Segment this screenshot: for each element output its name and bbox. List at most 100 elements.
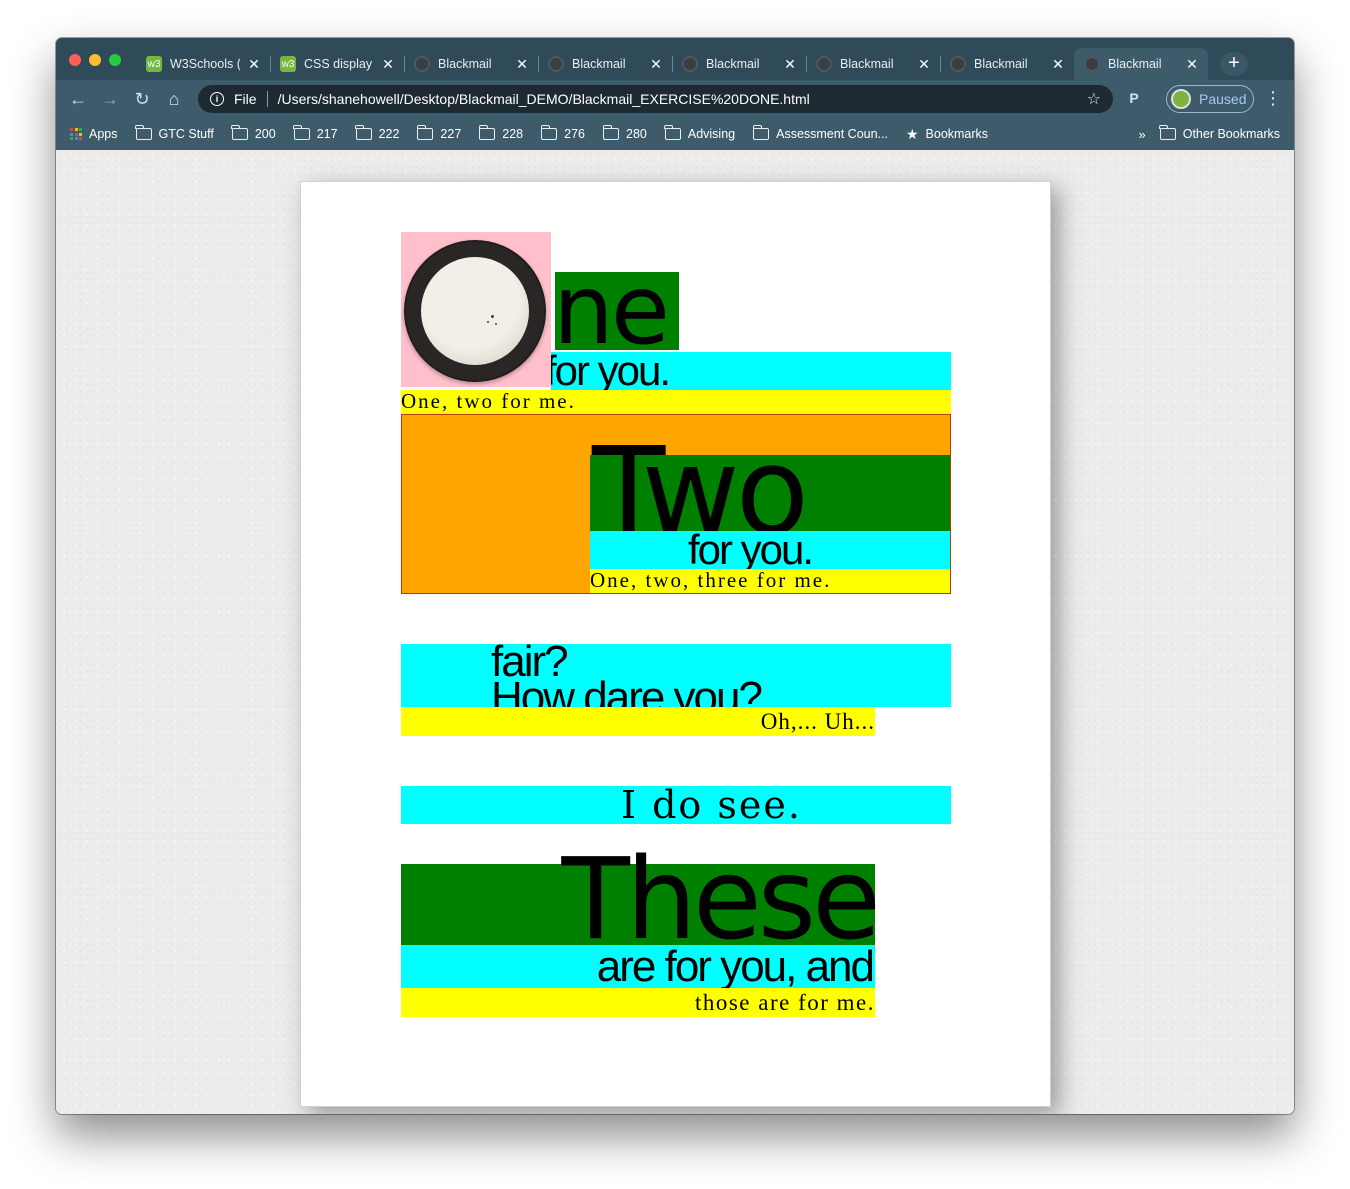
avatar	[1171, 89, 1191, 109]
tab-css-display[interactable]: w3 CSS display ✕	[270, 48, 404, 80]
bookmark-label: Bookmarks	[925, 127, 989, 141]
bookmark-folder[interactable]: GTC Stuff	[135, 125, 214, 141]
folder-icon	[293, 125, 310, 140]
one-count-bar: One, two for me.	[401, 390, 951, 414]
close-icon[interactable]: ✕	[918, 56, 930, 73]
address-bar[interactable]: i File /Users/shanehowell/Desktop/Blackm…	[198, 85, 1113, 113]
bookmark-label: GTC Stuff	[158, 127, 214, 141]
bookmark-folder[interactable]: 200	[231, 125, 276, 141]
bookmark-folder[interactable]: 228	[478, 125, 524, 141]
close-icon[interactable]: ✕	[650, 56, 662, 73]
fair-reply-text: Oh,... Uh...	[760, 709, 875, 734]
bookmark-folder[interactable]: 222	[355, 125, 400, 141]
close-icon[interactable]: ✕	[382, 56, 394, 73]
cookie-icon	[404, 240, 546, 382]
pinterest-icon[interactable]: P	[1124, 88, 1144, 108]
tab-blackmail[interactable]: Blackmail ✕	[672, 48, 806, 80]
browser-chrome: w3 W3Schools ( ✕ w3 CSS display ✕ Blackm…	[56, 38, 1294, 150]
globe-icon	[1084, 56, 1100, 72]
folder-icon	[1159, 125, 1176, 140]
other-bookmarks-label: Other Bookmarks	[1182, 127, 1280, 141]
close-window-button[interactable]	[69, 54, 81, 66]
close-icon[interactable]: ✕	[248, 56, 260, 73]
star-icon: ★	[905, 125, 919, 142]
other-bookmarks[interactable]: Other Bookmarks	[1159, 125, 1280, 141]
bookmark-folder[interactable]: 227	[416, 125, 462, 141]
globe-icon	[414, 56, 430, 72]
bookmark-label: 280	[626, 127, 647, 141]
tab-label: Blackmail	[706, 57, 760, 71]
back-arrow-icon[interactable]: ←	[66, 88, 90, 110]
reload-icon[interactable]: ↻	[130, 88, 154, 110]
new-tab-button[interactable]: +	[1220, 52, 1248, 76]
bookmark-folder[interactable]: 217	[293, 125, 338, 141]
bookmark-label: 217	[316, 127, 338, 141]
bookmark-folder[interactable]: 276	[540, 125, 585, 141]
bookmark-label: 228	[502, 127, 524, 141]
tab-label: Blackmail	[974, 57, 1028, 71]
one-big-block: ne	[555, 272, 679, 350]
zoom-window-button[interactable]	[109, 54, 121, 66]
w3schools-icon: w3	[146, 56, 162, 72]
bookmark-label: Advising	[687, 127, 736, 141]
globe-icon	[816, 56, 832, 72]
bookmark-folder[interactable]: 280	[602, 125, 647, 141]
home-icon[interactable]: ⌂	[162, 88, 186, 110]
bookmark-label: Apps	[89, 127, 118, 141]
poem-page: ne for you. One, two for me. Two for you…	[300, 181, 1051, 1107]
tab-w3schools[interactable]: w3 W3Schools ( ✕	[136, 48, 270, 80]
close-icon[interactable]: ✕	[784, 56, 796, 73]
tab-label: Blackmail	[1108, 57, 1162, 71]
bookmark-folder[interactable]: Assessment Coun...	[752, 125, 888, 141]
apps-grid-icon	[70, 128, 82, 140]
crumb	[487, 321, 489, 323]
tab-blackmail[interactable]: Blackmail ✕	[538, 48, 672, 80]
profile-button[interactable]: Paused	[1166, 85, 1254, 113]
tab-blackmail[interactable]: Blackmail ✕	[404, 48, 538, 80]
chevron-right-icon[interactable]: »	[1139, 127, 1146, 142]
bookmark-label: Assessment Coun...	[776, 127, 888, 141]
globe-icon	[682, 56, 698, 72]
close-icon[interactable]: ✕	[1186, 56, 1198, 73]
two-count-text: One, two, three for me.	[590, 569, 832, 592]
tab-strip: w3 W3Schools ( ✕ w3 CSS display ✕ Blackm…	[56, 38, 1294, 80]
folder-icon	[478, 125, 496, 140]
cookie-cream	[421, 257, 529, 365]
tab-label: Blackmail	[840, 57, 894, 71]
profile-status: Paused	[1199, 91, 1247, 107]
info-icon[interactable]: i	[210, 92, 224, 106]
url-scheme: File	[234, 91, 257, 107]
globe-icon	[950, 56, 966, 72]
bookmark-label: 200	[254, 127, 276, 141]
close-icon[interactable]: ✕	[1052, 56, 1064, 73]
see-bar: I do see.	[401, 786, 951, 824]
these-big-block: These	[401, 844, 881, 956]
more-menu-icon[interactable]: ⋮	[1264, 88, 1282, 110]
bookmark-star-icon[interactable]: ☆	[1087, 89, 1101, 109]
fair-bar: fair? How dare you?	[401, 644, 951, 707]
bookmark-label: 222	[378, 127, 400, 141]
see-text: I do see.	[621, 786, 802, 824]
fair-line2: How dare you?	[491, 673, 763, 708]
folder-icon	[135, 125, 152, 140]
page-viewport[interactable]: ne for you. One, two for me. Two for you…	[56, 150, 1294, 1114]
forward-arrow-icon[interactable]: →	[98, 88, 122, 110]
tab-label: W3Schools (	[170, 57, 240, 71]
minimize-window-button[interactable]	[89, 54, 101, 66]
two-for-you-text: for you.	[688, 531, 814, 569]
bookmark-apps[interactable]: Apps	[70, 127, 118, 141]
two-count-bar: One, two, three for me.	[590, 569, 950, 593]
globe-icon	[548, 56, 564, 72]
tab-blackmail-active[interactable]: Blackmail ✕	[1074, 48, 1208, 80]
tab-blackmail[interactable]: Blackmail ✕	[806, 48, 940, 80]
bookmark-folder[interactable]: Advising	[664, 125, 736, 141]
bookmark-label: 227	[440, 127, 462, 141]
two-for-you-bar: for you.	[590, 531, 950, 569]
tab-blackmail[interactable]: Blackmail ✕	[940, 48, 1074, 80]
folder-icon	[540, 125, 558, 140]
bookmark-bookmarks[interactable]: ★ Bookmarks	[906, 126, 988, 143]
close-icon[interactable]: ✕	[516, 56, 528, 73]
url-text[interactable]: /Users/shanehowell/Desktop/Blackmail_DEM…	[278, 91, 1087, 107]
bookmarks-overflow: » Other Bookmarks	[1139, 118, 1280, 150]
folder-icon	[416, 125, 434, 140]
